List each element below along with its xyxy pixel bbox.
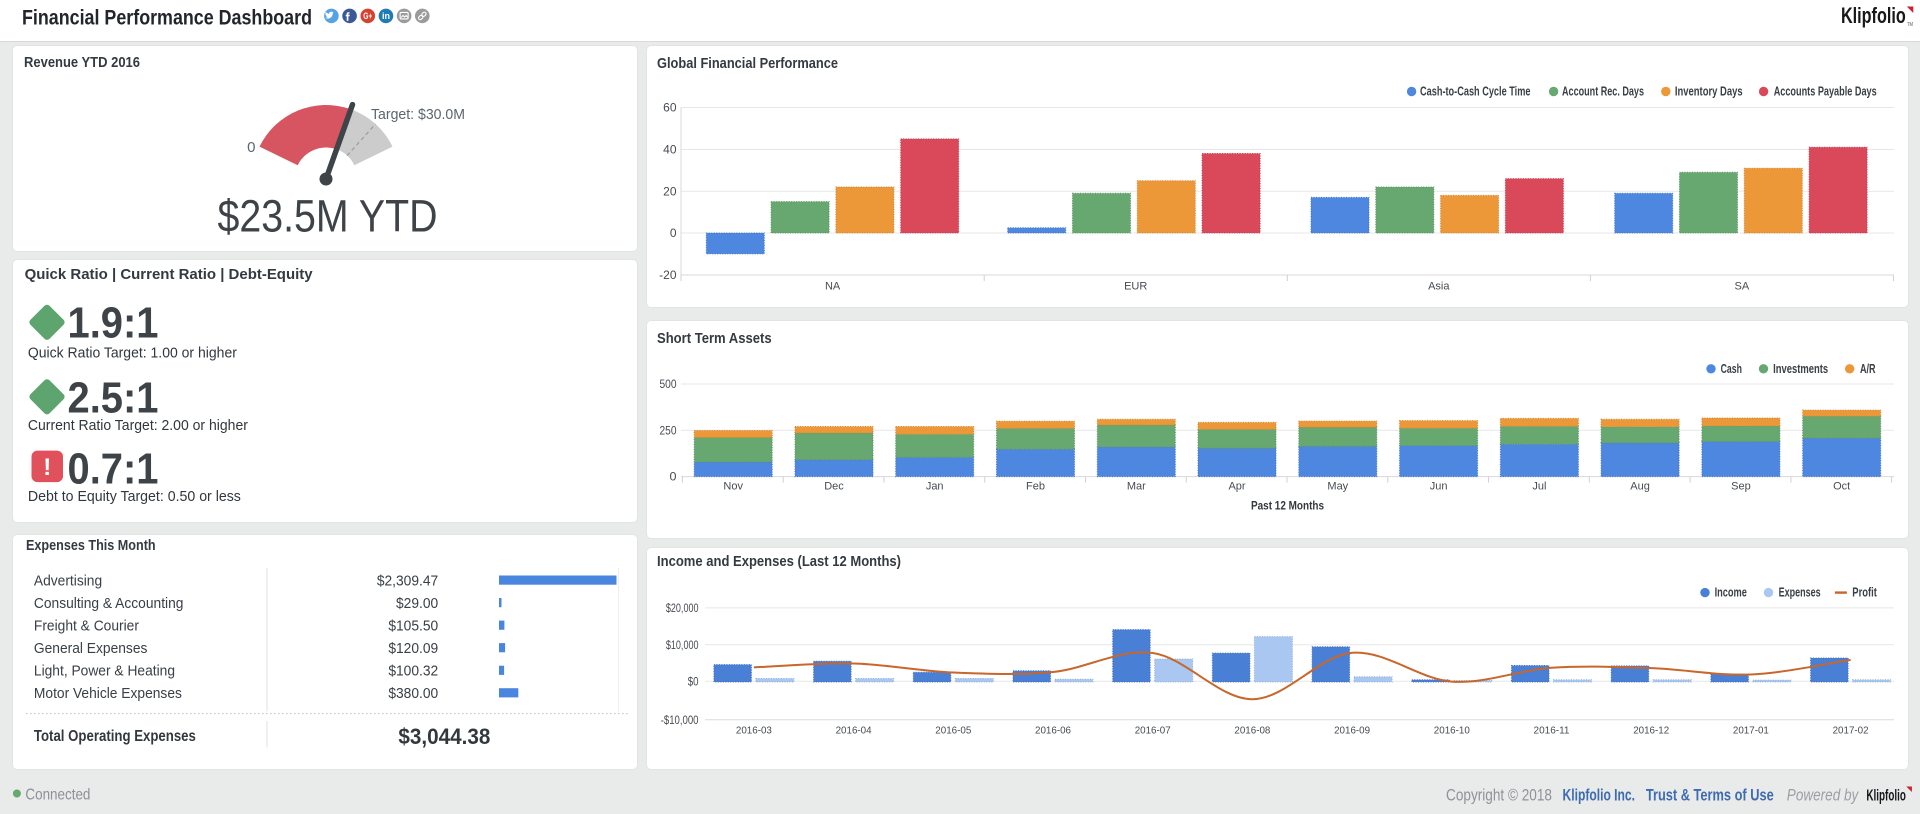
svg-text:Klipfolio Inc.: Klipfolio Inc. xyxy=(1563,787,1636,805)
svg-text:Powered by: Powered by xyxy=(1787,787,1860,805)
svg-text:Copyright © 2018: Copyright © 2018 xyxy=(1446,787,1552,805)
svg-text:2016-08: 2016-08 xyxy=(1234,725,1270,737)
svg-text:May: May xyxy=(1327,481,1348,493)
svg-text:TM: TM xyxy=(1907,22,1913,28)
svg-text:0.7:1: 0.7:1 xyxy=(68,445,159,494)
svg-text:Income: Income xyxy=(1715,586,1747,600)
svg-text:Freight & Courier: Freight & Courier xyxy=(34,618,139,635)
svg-text:2016-11: 2016-11 xyxy=(1534,725,1570,737)
svg-text:Consulting & Accounting: Consulting & Accounting xyxy=(34,596,184,613)
svg-text:Connected: Connected xyxy=(25,787,90,804)
svg-text:G+: G+ xyxy=(363,11,372,21)
svg-text:2016-06: 2016-06 xyxy=(1035,725,1071,737)
svg-text:Oct: Oct xyxy=(1833,481,1850,493)
svg-text:Cash-to-Cash Cycle Time: Cash-to-Cash Cycle Time xyxy=(1420,85,1531,99)
svg-text:Account Rec. Days: Account Rec. Days xyxy=(1562,85,1644,99)
svg-text:Dec: Dec xyxy=(824,481,844,493)
svg-text:SA: SA xyxy=(1735,281,1750,293)
svg-text:0: 0 xyxy=(247,139,255,156)
svg-text:2016-05: 2016-05 xyxy=(935,725,971,737)
svg-text:Quick Ratio Target: 1.00 or hi: Quick Ratio Target: 1.00 or higher xyxy=(28,345,237,362)
svg-text:2016-04: 2016-04 xyxy=(836,725,872,737)
svg-text:2016-10: 2016-10 xyxy=(1434,725,1470,737)
svg-text:NA: NA xyxy=(825,281,841,293)
svg-text:Quick Ratio | Current Ratio |: Quick Ratio | Current Ratio | Debt-Equit… xyxy=(25,266,314,283)
svg-text:$23.5M YTD: $23.5M YTD xyxy=(218,191,438,242)
svg-text:$105.50: $105.50 xyxy=(388,618,438,635)
svg-text:$2,309.47: $2,309.47 xyxy=(377,573,438,590)
svg-text:0: 0 xyxy=(670,470,677,484)
svg-text:General Expenses: General Expenses xyxy=(34,641,147,658)
svg-text:250: 250 xyxy=(660,423,677,437)
svg-text:Expenses: Expenses xyxy=(1779,586,1821,600)
svg-text:Jul: Jul xyxy=(1532,481,1546,493)
svg-text:Expenses This Month: Expenses This Month xyxy=(26,537,156,554)
svg-text:500: 500 xyxy=(660,377,677,391)
svg-text:$380.00: $380.00 xyxy=(388,686,438,703)
svg-text:Trust & Terms of Use: Trust & Terms of Use xyxy=(1646,787,1774,805)
svg-text:Profit: Profit xyxy=(1852,586,1877,600)
svg-text:Mar: Mar xyxy=(1127,481,1146,493)
svg-text:2016-12: 2016-12 xyxy=(1633,725,1669,737)
svg-text:-$10,000: -$10,000 xyxy=(661,715,699,727)
svg-text:EUR: EUR xyxy=(1124,281,1147,293)
svg-text:Investments: Investments xyxy=(1773,362,1828,376)
svg-text:Accounts Payable Days: Accounts Payable Days xyxy=(1774,85,1877,99)
svg-text:1.9:1: 1.9:1 xyxy=(68,299,159,348)
svg-text:Current Ratio Target: 2.00 or: Current Ratio Target: 2.00 or higher xyxy=(28,417,248,434)
svg-text:2.5:1: 2.5:1 xyxy=(68,374,159,423)
svg-text:Klipfolio: Klipfolio xyxy=(1866,788,1906,805)
svg-text:Asia: Asia xyxy=(1428,281,1450,293)
svg-text:Jun: Jun xyxy=(1430,481,1448,493)
svg-text:2017-02: 2017-02 xyxy=(1833,725,1869,737)
svg-text:Jan: Jan xyxy=(926,481,944,493)
svg-text:$29.00: $29.00 xyxy=(396,596,438,613)
svg-text:Total Operating Expenses: Total Operating Expenses xyxy=(34,728,196,745)
svg-text:Sep: Sep xyxy=(1731,481,1751,493)
svg-text:Light, Power & Heating: Light, Power & Heating xyxy=(34,663,175,680)
svg-text:20: 20 xyxy=(663,184,677,198)
svg-text:Feb: Feb xyxy=(1026,481,1045,493)
svg-text:!: ! xyxy=(43,454,51,481)
svg-text:Nov: Nov xyxy=(723,481,743,493)
svg-text:60: 60 xyxy=(663,101,677,115)
svg-text:Inventory Days: Inventory Days xyxy=(1675,85,1743,99)
svg-text:0: 0 xyxy=(670,226,677,240)
svg-text:-20: -20 xyxy=(659,268,677,282)
svg-text:Cash: Cash xyxy=(1721,362,1742,376)
svg-text:Advertising: Advertising xyxy=(34,573,102,590)
svg-text:A/R: A/R xyxy=(1860,362,1876,376)
svg-text:2016-07: 2016-07 xyxy=(1135,725,1171,737)
svg-text:40: 40 xyxy=(663,143,677,157)
svg-text:Income and Expenses (Last 12 M: Income and Expenses (Last 12 Months) xyxy=(657,553,901,570)
svg-text:Target: $30.0M: Target: $30.0M xyxy=(371,106,465,123)
svg-text:2016-03: 2016-03 xyxy=(736,725,772,737)
svg-text:$20,000: $20,000 xyxy=(666,603,699,615)
svg-text:$120.09: $120.09 xyxy=(388,641,438,658)
svg-text:$0: $0 xyxy=(688,676,699,688)
svg-text:2016-09: 2016-09 xyxy=(1334,725,1370,737)
svg-text:Aug: Aug xyxy=(1630,481,1650,493)
svg-text:2017-01: 2017-01 xyxy=(1733,725,1769,737)
svg-text:Revenue YTD 2016: Revenue YTD 2016 xyxy=(24,54,140,71)
svg-text:Klipfolio: Klipfolio xyxy=(1841,3,1906,28)
svg-text:Short Term Assets: Short Term Assets xyxy=(657,330,772,347)
svg-text:Global Financial Performance: Global Financial Performance xyxy=(657,55,838,72)
svg-text:Apr: Apr xyxy=(1228,481,1245,493)
svg-text:$100.32: $100.32 xyxy=(388,663,438,680)
svg-text:Debt to Equity Target: 0.50 or: Debt to Equity Target: 0.50 or less xyxy=(28,488,241,505)
svg-text:Past 12 Months: Past 12 Months xyxy=(1251,501,1324,513)
svg-text:$10,000: $10,000 xyxy=(666,640,699,652)
svg-text:in: in xyxy=(382,11,390,21)
svg-text:Financial Performance Dashboar: Financial Performance Dashboard xyxy=(22,7,312,30)
svg-text:Motor Vehicle Expenses: Motor Vehicle Expenses xyxy=(34,686,182,703)
svg-text:$3,044.38: $3,044.38 xyxy=(398,724,490,749)
